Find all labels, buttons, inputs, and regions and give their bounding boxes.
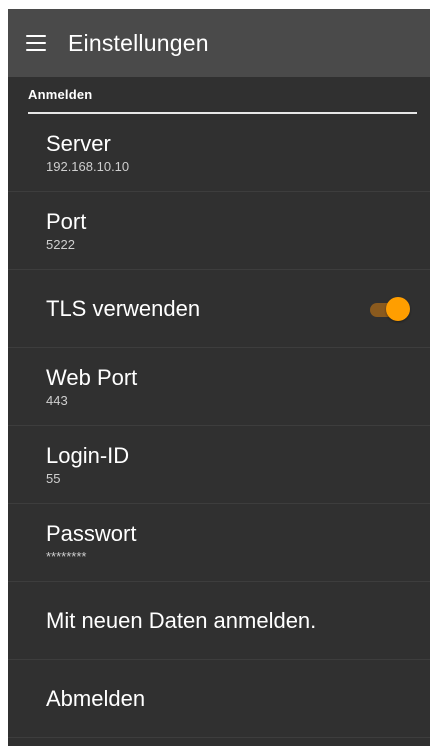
pref-login-id-title: Login-ID xyxy=(46,442,130,468)
pref-tls[interactable]: TLS verwenden xyxy=(8,270,430,348)
settings-screen: Einstellungen Anmelden Server 192.168.10… xyxy=(8,9,430,746)
switch-thumb xyxy=(386,296,410,321)
pref-server-title: Server xyxy=(46,130,111,156)
pref-password-title: Passwort xyxy=(46,520,137,546)
hamburger-menu-icon[interactable] xyxy=(26,35,46,51)
pref-password[interactable]: Passwort ******** xyxy=(8,504,430,582)
pref-relogin-title: Mit neuen Daten anmelden. xyxy=(46,607,317,633)
pref-tls-title: TLS verwenden xyxy=(46,295,201,321)
page-title: Einstellungen xyxy=(68,29,209,56)
pref-web-port-value: 443 xyxy=(46,392,68,408)
pref-relogin[interactable]: Mit neuen Daten anmelden. xyxy=(8,582,430,660)
pref-server-value: 192.168.10.10 xyxy=(46,158,130,174)
pref-web-port-title: Web Port xyxy=(46,364,138,390)
section-header-anmelden: Anmelden xyxy=(28,77,417,114)
pref-web-port[interactable]: Web Port 443 xyxy=(8,348,430,426)
pref-login-id-value: 55 xyxy=(46,470,61,486)
tls-toggle-switch[interactable] xyxy=(370,296,410,321)
pref-logout[interactable]: Abmelden xyxy=(8,660,430,738)
pref-password-value: ******** xyxy=(46,548,87,564)
preference-list: Server 192.168.10.10 Port 5222 TLS verwe… xyxy=(8,114,430,738)
pref-login-id[interactable]: Login-ID 55 xyxy=(8,426,430,504)
pref-logout-title: Abmelden xyxy=(46,685,146,711)
pref-port[interactable]: Port 5222 xyxy=(8,192,430,270)
pref-server[interactable]: Server 192.168.10.10 xyxy=(8,114,430,192)
pref-port-title: Port xyxy=(46,208,87,234)
app-bar: Einstellungen xyxy=(8,9,430,77)
pref-port-value: 5222 xyxy=(46,236,75,252)
